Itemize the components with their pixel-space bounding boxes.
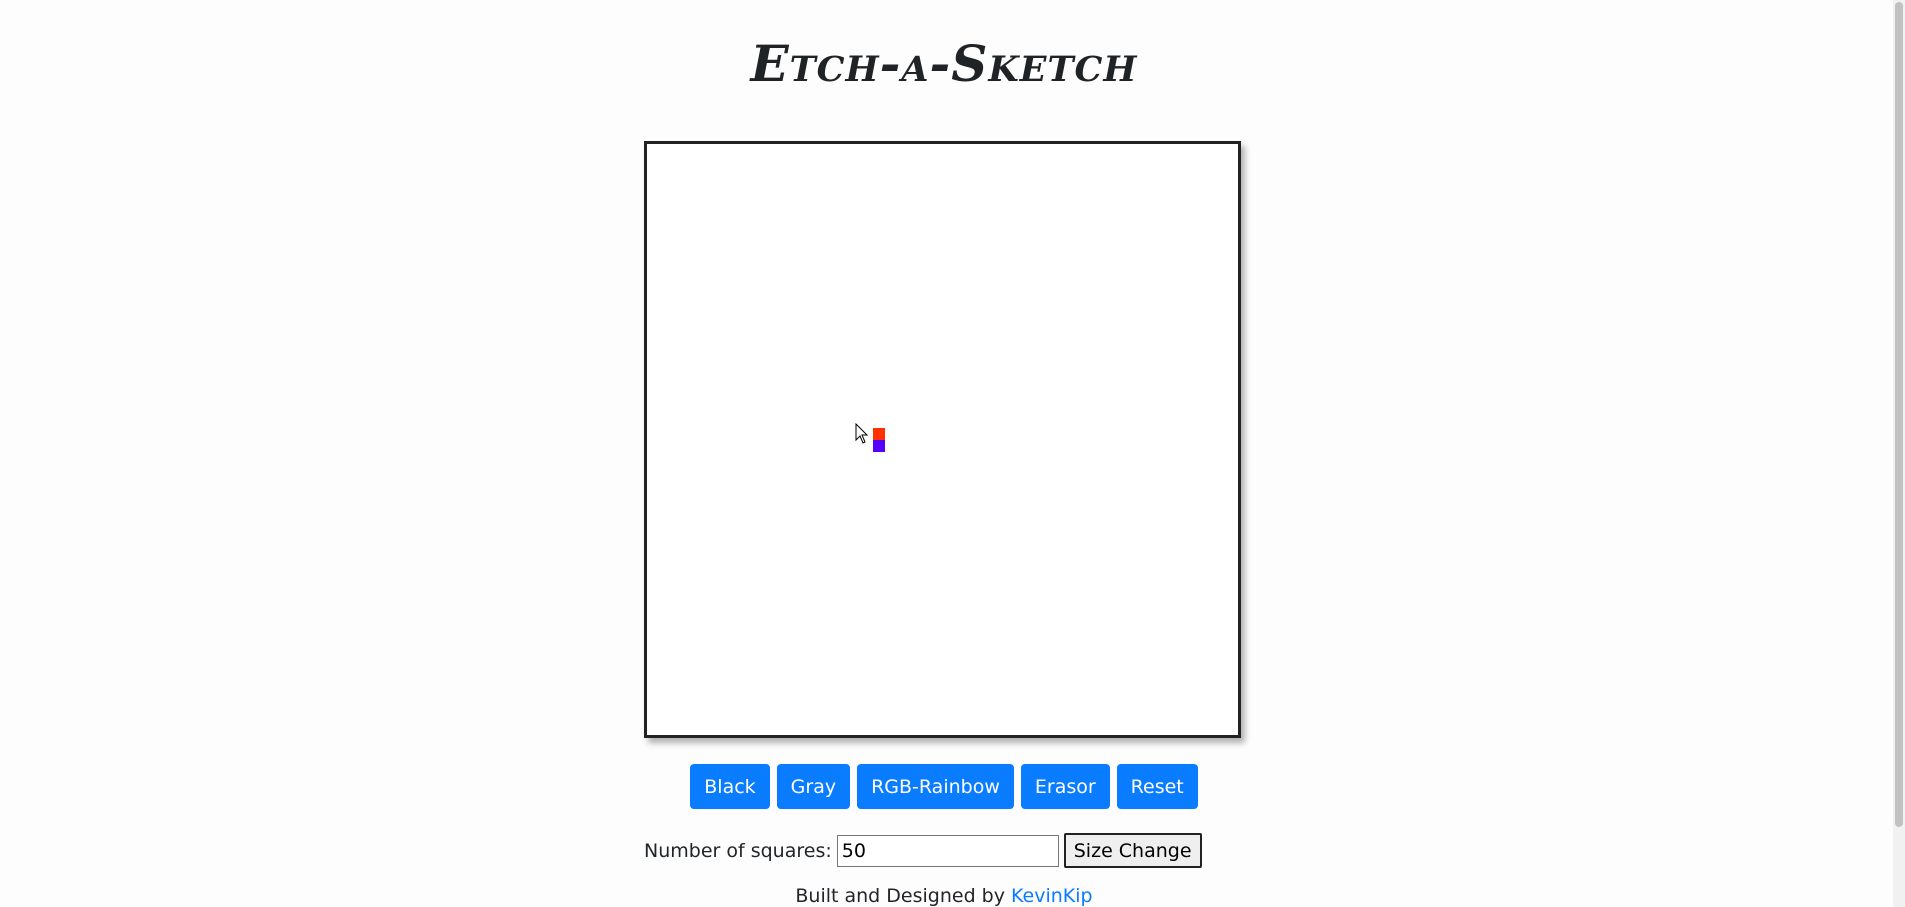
- author-link[interactable]: KevinKip: [1011, 885, 1093, 907]
- size-label: Number of squares:: [644, 839, 832, 862]
- rgb-rainbow-button[interactable]: RGB-Rainbow: [857, 764, 1014, 809]
- page: Etch-a-Sketch Black Gray RGB-Rainbow Era…: [0, 0, 1905, 907]
- painted-cell-red[interactable]: [873, 428, 885, 440]
- toolbar: Black Gray RGB-Rainbow Erasor Reset: [0, 764, 1888, 809]
- sketch-board[interactable]: [644, 141, 1241, 738]
- painted-cell-blue[interactable]: [873, 440, 885, 452]
- size-change-button[interactable]: Size Change: [1063, 833, 1202, 868]
- black-button[interactable]: Black: [690, 764, 770, 809]
- mouse-cursor-icon: [855, 423, 869, 444]
- reset-button[interactable]: Reset: [1116, 764, 1198, 809]
- gray-button[interactable]: Gray: [776, 764, 851, 809]
- scrollbar-thumb[interactable]: [1895, 2, 1903, 827]
- size-control: Number of squares: Size Change: [644, 833, 1202, 868]
- vertical-scrollbar[interactable]: [1893, 0, 1905, 907]
- eraser-button[interactable]: Erasor: [1020, 764, 1110, 809]
- page-title: Etch-a-Sketch: [750, 34, 1138, 93]
- footer: Built and Designed by KevinKip: [0, 885, 1888, 907]
- size-input[interactable]: [836, 834, 1059, 867]
- footer-text: Built and Designed by: [795, 885, 1005, 907]
